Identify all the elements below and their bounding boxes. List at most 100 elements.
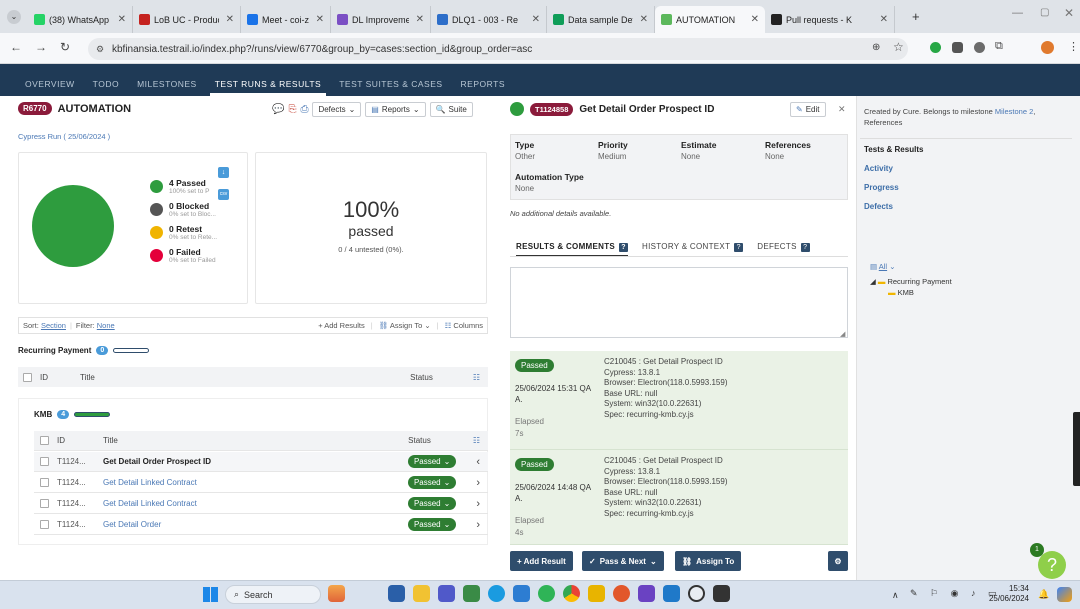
chevron-right-icon[interactable]: › [476, 498, 480, 510]
case-title[interactable]: Get Detail Order [103, 520, 161, 529]
status-dropdown[interactable]: Passed ⌄ [407, 497, 457, 510]
row-checkbox[interactable] [40, 457, 49, 466]
comment-textarea[interactable] [510, 267, 848, 338]
forward-icon[interactable]: → [35, 40, 47, 54]
tree-all-link[interactable]: ▤ All ⌄ [870, 262, 895, 271]
teams-icon[interactable] [438, 585, 455, 602]
url-bar[interactable]: ⚙ kbfinansia.testrail.io/index.php?/runs… [88, 38, 908, 60]
extension-icon[interactable] [930, 42, 941, 53]
case-title[interactable]: Get Detail Order Prospect ID [103, 457, 211, 466]
row-checkbox[interactable] [40, 478, 49, 487]
screencast-tab[interactable] [1073, 412, 1080, 486]
browser-tab[interactable]: DL Improvement ✕ [331, 6, 431, 33]
detail-tab[interactable]: DEFECTS? [757, 242, 810, 257]
edit-button[interactable]: ✎ Edit [790, 102, 826, 117]
new-tab-button[interactable]: + [912, 9, 920, 24]
tab-close-icon[interactable]: ✕ [529, 14, 540, 25]
bookmark-star-icon[interactable]: ☆ [893, 40, 904, 54]
extension-icon[interactable] [974, 42, 985, 53]
tab-close-icon[interactable]: ✕ [313, 14, 324, 25]
app-icon[interactable] [463, 585, 480, 602]
chevron-left-icon[interactable]: ‹ [476, 456, 480, 468]
taskbar-search[interactable]: ⌕ Search [225, 585, 321, 604]
table-row[interactable]: T1124... Get Detail Order Passed ⌄ › [34, 515, 488, 535]
browser-tab[interactable]: Meet - coi-z ✕ [241, 6, 331, 33]
chevron-right-icon[interactable]: › [476, 477, 480, 489]
section-kmb[interactable]: KMB 4 [34, 410, 111, 419]
nav-item[interactable]: OVERVIEW [16, 79, 84, 96]
tray-chevron-icon[interactable]: ∧ [892, 590, 899, 601]
nav-item[interactable]: TODO [84, 79, 128, 96]
status-dropdown[interactable]: Passed ⌄ [407, 518, 457, 531]
chrome-icon[interactable] [563, 585, 580, 602]
tab-close-icon[interactable]: ✕ [877, 14, 888, 25]
app-icon[interactable] [688, 585, 705, 602]
whatsapp-icon[interactable] [538, 585, 555, 602]
assign-to-dropdown[interactable]: ⛓ Assign To ⌄ [379, 321, 431, 330]
terminal-icon[interactable] [713, 585, 730, 602]
sort-link[interactable]: Section [41, 321, 66, 330]
csv-download-icon[interactable]: csv [218, 189, 229, 200]
tab-close-icon[interactable]: ✕ [115, 14, 126, 25]
detail-tab[interactable]: RESULTS & COMMENTS? [516, 242, 629, 257]
tab-close-icon[interactable]: ✕ [223, 14, 234, 25]
table-row[interactable]: T1124... Get Detail Linked Contract Passed… [34, 494, 488, 514]
close-window-icon[interactable]: ✕ [1064, 6, 1074, 20]
app-icon[interactable] [613, 585, 630, 602]
browser-tab[interactable]: DLQ1 - 003 - Re ✕ [431, 6, 547, 33]
status-dropdown[interactable]: Passed ⌄ [407, 476, 457, 489]
taskbar-widget-icon[interactable] [328, 585, 345, 602]
task-view-icon[interactable] [388, 585, 405, 602]
row-checkbox[interactable] [40, 499, 49, 508]
sidebar-link[interactable]: Activity [864, 164, 893, 173]
tab-close-icon[interactable]: ✕ [637, 14, 648, 25]
app-icon[interactable] [588, 585, 605, 602]
column-options-icon[interactable]: ☷ [473, 373, 480, 382]
filter-link[interactable]: None [97, 321, 115, 330]
export-icon[interactable]: ⎘ [288, 104, 296, 115]
reports-dropdown[interactable]: ▤ Reports ⌄ [365, 102, 426, 117]
browser-tab[interactable]: (38) WhatsApp ✕ [28, 6, 133, 33]
restore-icon[interactable]: ▢ [1040, 7, 1049, 18]
extensions-puzzle-icon[interactable]: ⧉ [995, 40, 1003, 53]
nav-item[interactable]: TEST SUITES & CASES [330, 79, 451, 96]
extension-icon[interactable] [952, 42, 963, 53]
print-icon[interactable]: ⎙ [300, 104, 308, 115]
row-checkbox[interactable] [40, 520, 49, 529]
windows-start-icon[interactable] [203, 587, 218, 602]
nav-item[interactable]: REPORTS [452, 79, 514, 96]
case-title[interactable]: Get Detail Linked Contract [103, 478, 197, 487]
help-button[interactable]: ? [1038, 551, 1066, 579]
run-subtitle[interactable]: Cypress Run ( 25/06/2024 ) [18, 132, 110, 141]
browser-tab[interactable]: LoB UC - Produc ✕ [133, 6, 241, 33]
profile-avatar[interactable] [1041, 41, 1054, 54]
assign-to-button[interactable]: ⛓ Assign To [675, 551, 742, 571]
app-icon[interactable] [638, 585, 655, 602]
column-options-icon[interactable]: ☷ [473, 436, 480, 445]
nav-item[interactable]: MILESTONES [128, 79, 206, 96]
site-info-icon[interactable]: ⚙ [96, 44, 104, 55]
copilot-icon[interactable] [1057, 587, 1072, 602]
tab-list-button[interactable]: ⌄ [7, 10, 21, 24]
tab-close-icon[interactable]: ✕ [748, 14, 759, 25]
section-recurring-payment[interactable]: Recurring Payment 0 [18, 346, 150, 355]
select-all-checkbox[interactable] [23, 372, 32, 382]
resize-handle-icon[interactable]: ◢ [840, 330, 845, 338]
reload-icon[interactable]: ↻ [60, 40, 70, 54]
minimize-icon[interactable]: — [1012, 7, 1023, 19]
detail-tab[interactable]: HISTORY & CONTEXT? [642, 242, 744, 257]
defects-dropdown[interactable]: Defects ⌄ [312, 102, 362, 117]
notification-bell-icon[interactable]: 🔔 [1038, 589, 1049, 600]
vscode-icon[interactable] [663, 585, 680, 602]
comment-icon[interactable]: 💬 [272, 104, 284, 115]
columns-button[interactable]: ☷ Columns [445, 321, 483, 330]
menu-kebab-icon[interactable]: ⋮ [1068, 40, 1079, 53]
chevron-right-icon[interactable]: › [476, 519, 480, 531]
status-dropdown[interactable]: Passed ⌄ [407, 455, 457, 468]
zoom-icon[interactable]: ⊕ [872, 42, 880, 53]
settings-gear-button[interactable]: ⚙ [828, 551, 848, 571]
back-icon[interactable]: ← [10, 40, 22, 54]
nav-item[interactable]: TEST RUNS & RESULTS [206, 79, 330, 96]
suite-button[interactable]: 🔍 Suite [429, 102, 473, 117]
tree-node-kmb[interactable]: ▬ KMB [888, 288, 914, 297]
